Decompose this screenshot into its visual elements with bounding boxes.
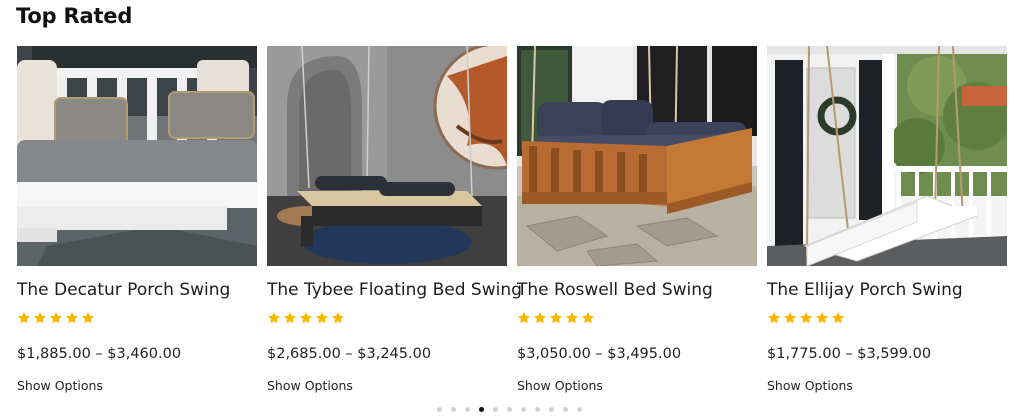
product-name[interactable]: The Ellijay Porch Swing [767, 280, 1017, 300]
star-icon [315, 311, 329, 324]
star-icon [815, 311, 829, 324]
product-card[interactable]: The Ellijay Porch Swing $1,775.00 – $3,5… [767, 46, 1007, 393]
star-icon [767, 311, 781, 324]
star-icon [49, 311, 63, 324]
show-options-link[interactable]: Show Options [517, 378, 603, 393]
star-rating [767, 311, 845, 325]
carousel-dot[interactable] [451, 407, 456, 412]
show-options-link[interactable]: Show Options [767, 378, 853, 393]
floating-bed-swing-photo [267, 46, 507, 266]
star-icon [549, 311, 563, 324]
section-title: Top Rated [16, 4, 133, 28]
star-icon [565, 311, 579, 324]
star-icon [33, 311, 47, 324]
product-image-decatur[interactable] [17, 46, 257, 266]
star-icon [81, 311, 95, 324]
product-image-ellijay[interactable] [767, 46, 1007, 266]
product-price: $2,685.00 – $3,245.00 [267, 346, 432, 362]
carousel-dot[interactable] [507, 407, 512, 412]
product-name[interactable]: The Roswell Bed Swing [517, 280, 767, 300]
star-icon [533, 311, 547, 324]
carousel-dot[interactable] [535, 407, 540, 412]
star-icon [283, 311, 297, 324]
star-icon [267, 311, 281, 324]
product-price: $3,050.00 – $3,495.00 [517, 346, 682, 362]
product-card[interactable]: The Roswell Bed Swing $3,050.00 – $3,495… [517, 46, 757, 393]
product-name[interactable]: The Decatur Porch Swing [17, 280, 267, 300]
star-icon [65, 311, 79, 324]
star-icon [581, 311, 595, 324]
star-rating [267, 311, 345, 325]
product-price: $1,775.00 – $3,599.00 [767, 346, 932, 362]
product-name[interactable]: The Tybee Floating Bed Swing [267, 280, 522, 300]
carousel-dot[interactable] [549, 407, 554, 412]
star-icon [299, 311, 313, 324]
carousel-pagination [437, 407, 582, 412]
carousel-dot[interactable] [465, 407, 470, 412]
carousel-dot-active[interactable] [479, 407, 484, 412]
porch-swing-photo [767, 46, 1007, 266]
carousel-dot[interactable] [563, 407, 568, 412]
product-carousel: The Decatur Porch Swing $1,885.00 – $3,4… [0, 46, 1024, 402]
porch-swing-photo [17, 46, 257, 266]
star-rating [17, 311, 95, 325]
star-icon [799, 311, 813, 324]
product-image-tybee[interactable] [267, 46, 507, 266]
star-icon [17, 311, 31, 324]
show-options-link[interactable]: Show Options [17, 378, 103, 393]
carousel-dot[interactable] [437, 407, 442, 412]
product-card[interactable]: The Tybee Floating Bed Swing $2,685.00 –… [267, 46, 522, 393]
product-image-roswell[interactable] [517, 46, 757, 266]
star-icon [831, 311, 845, 324]
carousel-dot[interactable] [577, 407, 582, 412]
product-card[interactable]: The Decatur Porch Swing $1,885.00 – $3,4… [17, 46, 257, 393]
star-icon [517, 311, 531, 324]
carousel-dot[interactable] [493, 407, 498, 412]
star-rating [517, 311, 595, 325]
bed-swing-photo [517, 46, 757, 266]
star-icon [783, 311, 797, 324]
carousel-dot[interactable] [521, 407, 526, 412]
product-price: $1,885.00 – $3,460.00 [17, 346, 182, 362]
star-icon [331, 311, 345, 324]
show-options-link[interactable]: Show Options [267, 378, 353, 393]
